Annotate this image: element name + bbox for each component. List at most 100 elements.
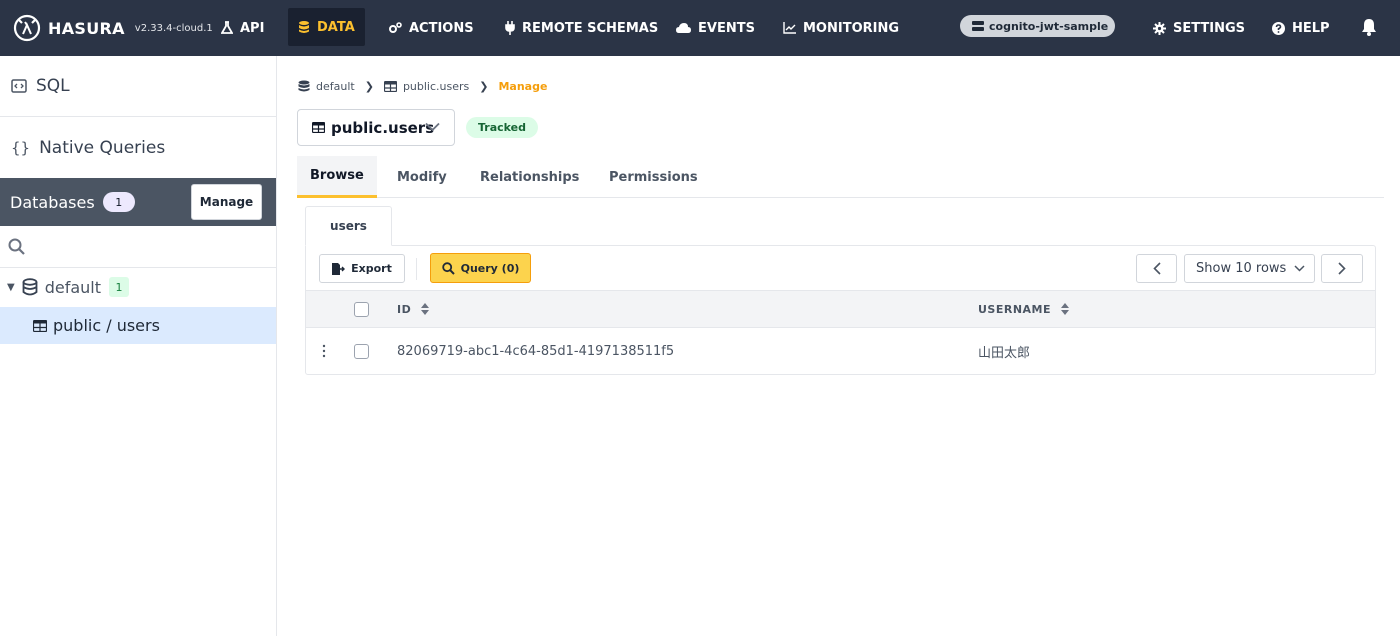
column-header-id[interactable]: ID (397, 291, 430, 327)
nav-help[interactable]: HELP (1272, 0, 1330, 56)
database-icon (22, 278, 38, 296)
query-label: Query (0) (460, 261, 520, 275)
nav-api[interactable]: API (221, 0, 264, 56)
chevron-down-icon (425, 122, 440, 132)
breadcrumb-table[interactable]: public.users (403, 80, 469, 93)
divider (416, 258, 417, 280)
chevron-right-icon: ❯ (479, 79, 489, 93)
cloud-icon (676, 22, 691, 33)
database-icon (299, 21, 309, 33)
nav-data-label: DATA (317, 19, 355, 35)
brand-name: HASURA (48, 18, 125, 38)
top-navbar: HASURA v2.33.4-cloud.1 API DATA ACTIONS … (0, 0, 1400, 56)
tree-database-default[interactable]: ▼ default 1 (0, 272, 276, 302)
tab-bar: Browse Modify Relationships Permissions (297, 156, 1384, 198)
sort-icon[interactable] (1061, 303, 1070, 315)
sidebar: SQL {} Native Queries Databases 1 Manage… (0, 56, 277, 636)
nav-data[interactable]: DATA (288, 8, 365, 46)
code-square-icon (11, 79, 27, 93)
table-icon (33, 319, 47, 332)
sidebar-item-native-queries[interactable]: {} Native Queries (0, 132, 276, 164)
subtab-users[interactable]: users (305, 206, 392, 246)
tree-table-public-users[interactable]: public / users (0, 307, 276, 344)
sidebar-native-queries-label: Native Queries (39, 138, 166, 158)
next-page-button[interactable] (1321, 254, 1363, 283)
nav-help-label: HELP (1292, 20, 1330, 36)
sort-icon[interactable] (421, 303, 430, 315)
caret-down-icon[interactable]: ▼ (7, 282, 15, 293)
row-checkbox[interactable] (354, 344, 369, 359)
query-button[interactable]: Query (0) (430, 253, 531, 283)
cogs-icon (389, 22, 402, 33)
project-name: cognito-jwt-sample (989, 19, 1109, 33)
export-label: Export (351, 262, 392, 275)
tab-browse[interactable]: Browse (297, 156, 377, 198)
nav-events[interactable]: EVENTS (676, 0, 755, 56)
chevron-right-icon (1338, 262, 1346, 275)
databases-count-badge: 1 (102, 192, 135, 212)
table-header: ID USERNAME (306, 290, 1375, 328)
nav-remote-schemas-label: REMOTE SCHEMAS (522, 20, 659, 36)
tab-relationships[interactable]: Relationships (480, 156, 579, 198)
sidebar-sql-label: SQL (36, 76, 70, 96)
sidebar-item-sql[interactable]: SQL (0, 70, 276, 102)
bell-icon[interactable] (1361, 18, 1377, 36)
select-all-checkbox[interactable] (354, 302, 369, 317)
breadcrumb-current: Manage (498, 79, 548, 93)
nav-settings-label: SETTINGS (1173, 20, 1246, 36)
file-export-icon (332, 262, 346, 275)
divider (0, 116, 276, 117)
hasura-logo-icon (13, 14, 41, 42)
kebab-menu-icon[interactable] (320, 344, 328, 358)
server-icon (972, 21, 984, 31)
rows-per-page-label: Show 10 rows (1196, 261, 1287, 276)
brand[interactable]: HASURA v2.33.4-cloud.1 (12, 13, 213, 43)
databases-title: Databases (10, 192, 95, 212)
question-circle-icon (1272, 21, 1285, 35)
nav-monitoring[interactable]: MONITORING (783, 0, 899, 56)
chevron-left-icon (1152, 262, 1161, 275)
nav-actions[interactable]: ACTIONS (388, 0, 474, 56)
chart-line-icon (783, 22, 796, 34)
search-icon (8, 238, 25, 255)
nav-events-label: EVENTS (698, 20, 755, 36)
previous-page-button[interactable] (1136, 254, 1177, 283)
flask-icon (221, 21, 233, 34)
table-selector-label: public.users (331, 118, 435, 137)
table-selector[interactable]: public.users (297, 109, 455, 146)
nav-monitoring-label: MONITORING (803, 20, 900, 36)
tracked-badge: Tracked (466, 117, 538, 138)
nav-remote-schemas[interactable]: REMOTE SCHEMAS (505, 0, 658, 56)
databases-header: Databases 1 Manage (0, 178, 276, 226)
column-header-id-label: ID (397, 302, 412, 316)
column-header-username-label: USERNAME (978, 302, 1052, 316)
chevron-right-icon: ❯ (364, 79, 374, 93)
nav-actions-label: ACTIONS (409, 20, 474, 36)
sidebar-search[interactable] (0, 226, 276, 268)
cell-id[interactable]: 82069719-abc1-4c64-85d1-4197138511f5 (397, 328, 674, 374)
chevron-down-icon (1294, 265, 1305, 272)
braces-icon: {} (11, 139, 31, 157)
project-selector[interactable]: cognito-jwt-sample (960, 15, 1115, 37)
export-button[interactable]: Export (319, 254, 405, 283)
table-icon (383, 80, 397, 92)
nav-settings[interactable]: SETTINGS (1153, 0, 1245, 56)
tree-database-name: default (44, 277, 101, 297)
tree-table-label: public / users (53, 316, 160, 335)
tab-permissions[interactable]: Permissions (609, 156, 698, 198)
tab-modify[interactable]: Modify (397, 156, 447, 198)
table-icon (312, 122, 325, 133)
manage-databases-button[interactable]: Manage (191, 184, 262, 220)
nav-api-label: API (240, 20, 265, 36)
plug-icon (505, 21, 515, 35)
table-row: 82069719-abc1-4c64-85d1-4197138511f5 山田太… (306, 328, 1375, 374)
breadcrumb-db[interactable]: default (316, 80, 355, 93)
column-header-username[interactable]: USERNAME (978, 291, 1070, 327)
gear-icon (1153, 21, 1166, 35)
tree-database-count: 1 (109, 277, 129, 297)
version-label: v2.33.4-cloud.1 (134, 22, 213, 34)
search-icon (441, 261, 455, 275)
rows-per-page-select[interactable]: Show 10 rows (1184, 254, 1315, 283)
database-icon (298, 80, 310, 92)
cell-username[interactable]: 山田太郎 (978, 328, 1030, 374)
